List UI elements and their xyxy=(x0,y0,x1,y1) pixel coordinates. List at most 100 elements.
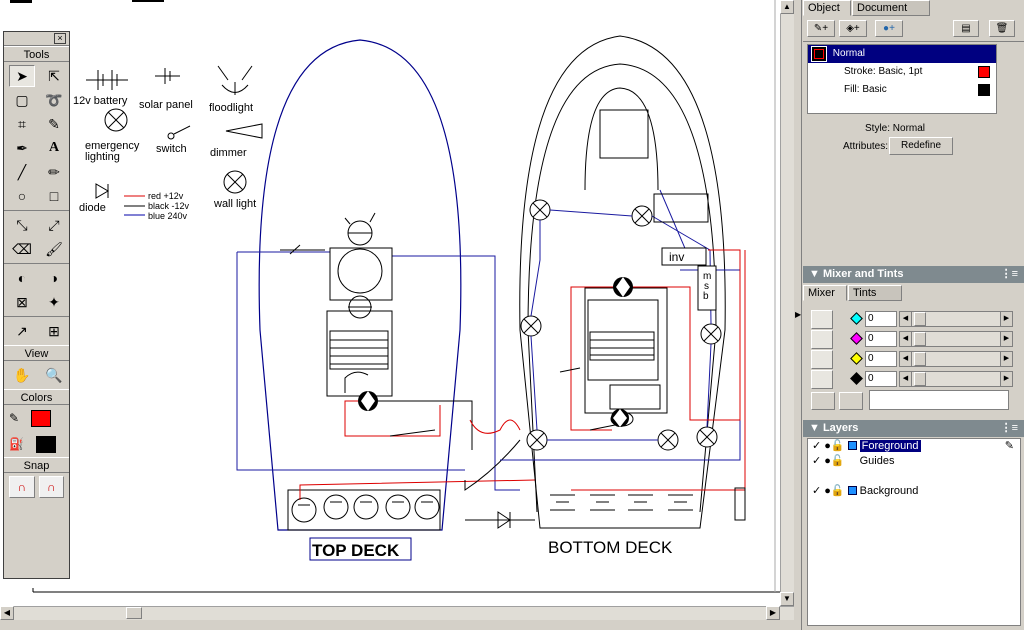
add-effect-icon[interactable]: ●+ xyxy=(875,20,903,37)
select-behind-tool-icon[interactable]: ▢ xyxy=(9,89,35,111)
cyan-slider[interactable]: ◀ ▶ xyxy=(899,311,1013,327)
hand-icon[interactable]: ✋ xyxy=(9,364,35,386)
rectangle-tool-icon[interactable]: □ xyxy=(41,185,67,207)
tools-titlebar[interactable]: × xyxy=(4,32,69,46)
legend-flood-label: floodlight xyxy=(209,102,253,114)
redefine-button[interactable]: Redefine xyxy=(889,137,953,155)
paint-bucket-tool-icon[interactable]: ⊠ xyxy=(9,291,35,313)
black-diamond-icon xyxy=(850,372,863,385)
scroll-down-icon[interactable]: ▼ xyxy=(780,592,794,606)
eraser-tool-icon[interactable]: ⌫ xyxy=(9,238,35,260)
yellow-slider[interactable]: ◀ ▶ xyxy=(899,351,1013,367)
stroke-color-swatch[interactable] xyxy=(31,409,52,427)
add-stroke-icon[interactable]: ✎+ xyxy=(807,20,835,37)
duplicate-icon[interactable]: ▤ xyxy=(953,20,979,37)
battery-symbol xyxy=(86,70,128,90)
tab-mixer[interactable]: Mixer xyxy=(803,285,847,301)
gradient-tool-icon[interactable]: ✦ xyxy=(41,291,67,313)
document-canvas[interactable]: 12v battery solar panel floodlight emerg… xyxy=(0,0,780,606)
diode-symbol xyxy=(95,183,109,199)
dimmer-symbol xyxy=(225,123,263,139)
add-fill-icon[interactable]: ◈+ xyxy=(839,20,867,37)
layer-guides[interactable]: ✓ ●🔓 Guides xyxy=(808,454,1020,469)
list-item[interactable]: Normal xyxy=(808,45,996,63)
mixer-mode-icon[interactable] xyxy=(811,310,833,329)
layer-foreground[interactable]: ✓ ●🔓 Foreground ✎ xyxy=(808,439,1020,454)
magenta-slider[interactable]: ◀ ▶ xyxy=(899,331,1013,347)
pen-edit-icon: ✎ xyxy=(1004,440,1014,452)
ellipse-tool-icon[interactable]: ○ xyxy=(9,185,35,207)
layers-panel-title[interactable]: ▼ Layers ⋮≡ xyxy=(803,420,1024,437)
skew-tool-icon[interactable]: ⤢ xyxy=(41,214,67,236)
layers-menu-icon[interactable]: ⋮≡ xyxy=(1001,420,1018,437)
snap-to-guides-icon[interactable]: ∩ xyxy=(38,476,64,498)
fill-color-chip[interactable] xyxy=(978,84,990,96)
lock-icon[interactable]: ●🔓 xyxy=(824,485,844,497)
stroke-fill-toggle-icon[interactable] xyxy=(811,392,835,410)
lasso-tool-icon[interactable]: ➰ xyxy=(41,89,67,111)
mixer-panel-title[interactable]: ▼ Mixer and Tints ⋮≡ xyxy=(803,266,1024,283)
lock-icon[interactable]: ●🔓 xyxy=(824,455,844,467)
text-tool-icon[interactable]: A xyxy=(41,137,67,159)
magenta-diamond-icon xyxy=(850,332,863,345)
tab-tints[interactable]: Tints xyxy=(848,285,902,301)
cyan-value-field[interactable]: 0 xyxy=(865,311,897,327)
lock-icon[interactable]: ●🔓 xyxy=(824,440,844,452)
swatch-mode-icon[interactable] xyxy=(811,370,833,389)
snap-section-label: Snap xyxy=(4,457,69,473)
subselect-tool-icon[interactable]: ⇱ xyxy=(41,65,67,87)
brush-tool-icon[interactable]: 🖌 xyxy=(41,238,67,260)
line-tool-icon[interactable]: ╱ xyxy=(9,161,35,183)
scroll-up-icon[interactable]: ▲ xyxy=(780,0,794,14)
panel-menu-icon[interactable]: ⋮≡ xyxy=(1001,266,1018,283)
yellow-value-field[interactable]: 0 xyxy=(865,351,897,367)
close-icon[interactable]: × xyxy=(54,33,66,44)
vertical-scrollbar[interactable]: ▲ ▼ xyxy=(780,0,794,606)
black-slider[interactable]: ◀ ▶ xyxy=(899,371,1013,387)
emergency-light-symbol xyxy=(104,108,128,132)
horizontal-scrollbar[interactable]: ◀ ▶ xyxy=(0,606,794,620)
tab-object[interactable]: Object xyxy=(803,0,851,16)
legend-red-label: red +12v xyxy=(148,191,184,201)
layer-color-icon xyxy=(847,441,857,450)
snap-to-grid-icon[interactable]: ∩ xyxy=(9,476,35,498)
normal-label: Normal xyxy=(832,48,866,59)
list-item[interactable]: Stroke: Basic, 1pt xyxy=(808,63,996,81)
attributes-label: Attributes: xyxy=(843,141,889,152)
list-item[interactable]: Fill: Basic xyxy=(808,81,996,99)
floodlight-symbol xyxy=(217,65,253,95)
horizontal-scroll-thumb[interactable] xyxy=(126,607,142,619)
color-wheel-icon[interactable] xyxy=(811,350,833,369)
magenta-value-field[interactable]: 0 xyxy=(865,331,897,347)
black-value-field[interactable]: 0 xyxy=(865,371,897,387)
freeform-tool-icon[interactable]: ◐ xyxy=(9,267,35,289)
legend-blue-label: blue 240v xyxy=(148,211,188,221)
scroll-right-icon[interactable]: ▶ xyxy=(766,606,780,620)
solar-symbol xyxy=(155,68,180,84)
tools-section-label: Tools xyxy=(4,46,69,62)
scroll-left-icon[interactable]: ◀ xyxy=(0,606,14,620)
pointer-tool-icon[interactable]: ➤ xyxy=(9,65,35,87)
hex-input[interactable] xyxy=(869,390,1009,410)
zoom-icon[interactable]: 🔍 xyxy=(41,364,67,386)
inverter-label: inv xyxy=(669,250,684,264)
tab-document[interactable]: Document xyxy=(852,0,930,16)
panel-splitter[interactable]: ▶ xyxy=(794,0,802,630)
rgb-mode-icon[interactable] xyxy=(811,330,833,349)
delete-icon[interactable]: 🗑 xyxy=(989,20,1015,37)
fill-color-swatch[interactable] xyxy=(35,435,56,453)
legend-solar-label: solar panel xyxy=(139,99,193,111)
layer-background[interactable]: ✓ ●🔓 Background xyxy=(808,484,1020,499)
crop-tool-icon[interactable]: ⌗ xyxy=(9,113,35,135)
stroke-color-chip[interactable] xyxy=(978,66,990,78)
pencil-tool-icon[interactable]: ✏ xyxy=(41,161,67,183)
hotspot-tool-icon[interactable]: ↗ xyxy=(9,320,35,342)
reshape-tool-icon[interactable]: ◑ xyxy=(41,267,67,289)
layer-color-icon xyxy=(847,486,857,495)
swap-colors-icon[interactable] xyxy=(839,392,863,410)
eyedropper-tool-icon[interactable]: ✎ xyxy=(41,113,67,135)
scale-tool-icon[interactable]: ⤡ xyxy=(9,214,35,236)
pen-tool-icon[interactable]: ✒ xyxy=(9,137,35,159)
slice-tool-icon[interactable]: ⊞ xyxy=(41,320,67,342)
collapse-arrow-icon[interactable]: ▶ xyxy=(795,310,801,319)
